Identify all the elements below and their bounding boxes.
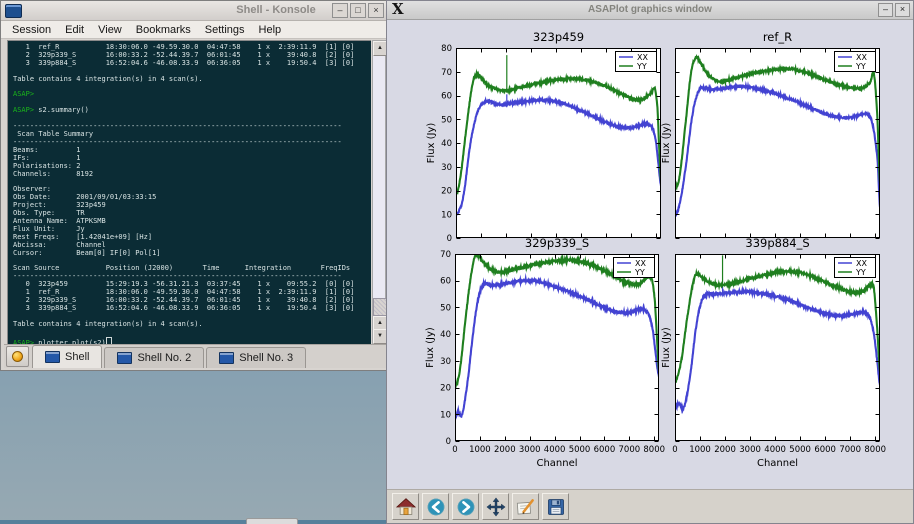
konsole-tabbar: Shell Shell No. 2 Shell No. 3 [4, 344, 386, 368]
tab-shell-3[interactable]: Shell No. 3 [206, 347, 306, 368]
pan-button[interactable] [482, 493, 509, 520]
forward-icon [456, 497, 476, 517]
save-icon [546, 497, 566, 517]
menu-settings[interactable]: Settings [198, 24, 252, 36]
tab-shell-3-label: Shell No. 3 [239, 352, 293, 364]
asapplot-titlebar[interactable]: X ASAPlot graphics window – × [387, 1, 913, 20]
scrollbar-thumb[interactable] [373, 298, 387, 316]
menu-view[interactable]: View [91, 24, 129, 36]
konsole-menubar: Session Edit View Bookmarks Settings Hel… [1, 21, 387, 39]
minimize-button[interactable]: – [878, 3, 893, 17]
home-button[interactable] [392, 493, 419, 520]
menu-edit[interactable]: Edit [58, 24, 91, 36]
back-icon [426, 497, 446, 517]
terminal-output[interactable]: 1 ref_R 18:30:06.0 -49.59.30.0 04:47:58 … [7, 40, 371, 345]
tab-shell-label: Shell [65, 351, 89, 363]
pan-icon [486, 497, 506, 517]
tab-shell-2-label: Shell No. 2 [137, 352, 191, 364]
minimize-button[interactable]: – [332, 3, 348, 18]
subplot-config-button[interactable] [512, 493, 539, 520]
plot-canvas[interactable] [387, 19, 913, 491]
close-button[interactable]: × [368, 3, 384, 18]
shell-tab-icon [117, 352, 132, 364]
asapplot-window: X ASAPlot graphics window – × [386, 0, 914, 524]
menu-bookmarks[interactable]: Bookmarks [129, 24, 198, 36]
scroll-down-icon[interactable]: ▼ [373, 329, 387, 344]
terminal-scrollbar[interactable]: ▲ ▲ ▼ [372, 40, 386, 345]
asapplot-window-buttons: – × [878, 3, 910, 17]
konsole-window-buttons: – □ × [332, 3, 384, 18]
taskbar-peek [246, 518, 298, 524]
new-session-button[interactable] [6, 346, 29, 367]
konsole-window: Shell - Konsole – □ × Session Edit View … [0, 0, 388, 371]
menu-session[interactable]: Session [5, 24, 58, 36]
tab-shell[interactable]: Shell [32, 345, 102, 368]
konsole-titlebar[interactable]: Shell - Konsole – □ × [1, 1, 387, 21]
asapplot-window-title: ASAPlot graphics window [387, 4, 913, 15]
desktop: Shell - Konsole – □ × Session Edit View … [0, 0, 914, 524]
back-button[interactable] [422, 493, 449, 520]
plot-toolbar [387, 489, 913, 523]
shell-tab-icon [219, 352, 234, 364]
konsole-content: 1 ref_R 18:30:06.0 -49.59.30.0 04:47:58 … [4, 39, 386, 346]
save-button[interactable] [542, 493, 569, 520]
close-button[interactable]: × [895, 3, 910, 17]
new-session-icon [12, 351, 23, 362]
subplot-config-icon [516, 497, 536, 517]
maximize-button[interactable]: □ [350, 3, 366, 18]
tab-shell-2[interactable]: Shell No. 2 [104, 347, 204, 368]
taskbar-edge [0, 520, 386, 524]
menu-help[interactable]: Help [252, 24, 289, 36]
forward-button[interactable] [452, 493, 479, 520]
shell-tab-icon [45, 351, 60, 363]
konsole-app-icon [5, 4, 22, 18]
scroll-up-icon[interactable]: ▲ [373, 41, 387, 56]
home-icon [396, 497, 416, 517]
